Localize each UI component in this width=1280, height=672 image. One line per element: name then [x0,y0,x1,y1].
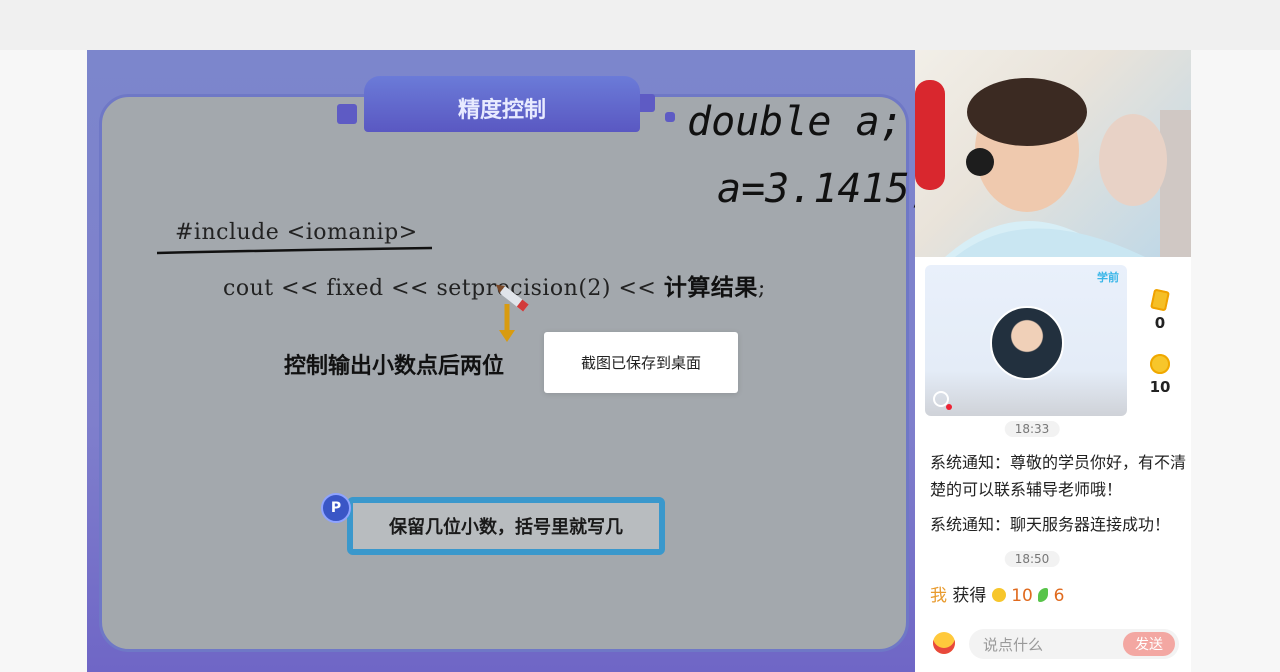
card-icon [1150,288,1170,312]
brand-label: 学前 [1097,271,1119,284]
ink-line-2: a=3.1415; [717,166,915,212]
coins-count: 10 [1149,378,1171,396]
leaf-icon [1038,588,1049,602]
reward-sender: 我 [930,586,947,606]
reward-message: 我 获得 10 6 [930,581,1065,606]
coin-icon [991,588,1006,602]
system-message: 系统通知：聊天服务器连接成功！ [930,515,1171,534]
teacher-video [915,50,1191,257]
pencil-icon [495,284,529,312]
mic-muted-icon[interactable] [933,391,952,410]
send-button[interactable]: 发送 [1123,632,1175,656]
coins-stat: 10 [1145,354,1175,396]
ink-arrow-head [499,330,515,342]
ink-line-1: double a; [687,99,904,145]
right-sidebar: 学前 0 10 18:33 系统通知：尊敬的学员你好，有不清楚的可以联系辅导老师… [915,257,1191,672]
coin-icon [1150,354,1170,374]
cards-stat: 0 [1145,288,1175,332]
annotation-ink: double a; a=3.1415; [156,99,915,342]
system-message: 系统通知：尊敬的学员你好，有不清楚的可以联系辅导老师哦！ [930,453,1187,499]
cards-count: 0 [1154,314,1166,332]
student-avatar [990,306,1064,380]
reward-coins: 10 [1011,586,1033,606]
emoji-icon[interactable] [933,632,955,654]
lesson-slide: 精度控制 #include <iomanip> cout << fixed <<… [87,50,915,672]
teacher-video-frame [915,78,1191,257]
top-bar [0,0,1280,50]
chat-input-box: 发送 [969,629,1179,659]
ink-underline [156,246,433,255]
chat-input[interactable] [981,633,1125,657]
chat-timestamp: 18:50 [1004,551,1060,567]
reward-leaves: 6 [1053,586,1065,606]
chat-timestamp: 18:33 [1004,421,1060,437]
reward-label: 获得 [952,586,987,606]
student-camera: 学前 [925,265,1127,416]
screenshot-toast: 截图已保存到桌面 [544,332,738,393]
